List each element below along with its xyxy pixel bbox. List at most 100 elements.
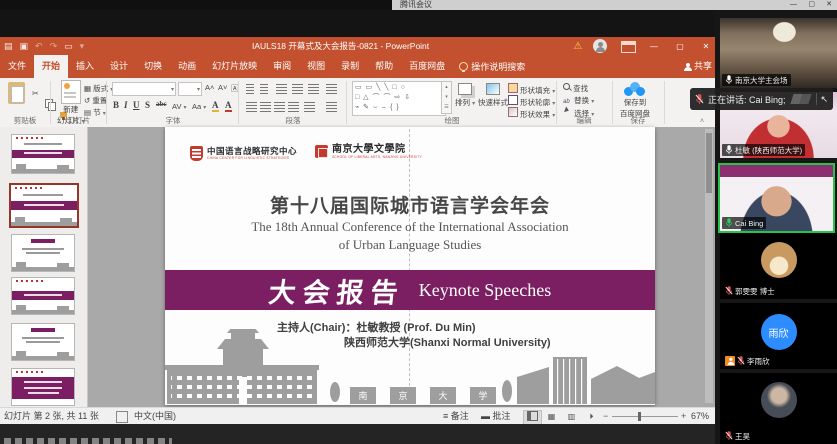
warning-icon[interactable]: ⚠ [571, 37, 585, 55]
zoom-slider-thumb[interactable] [638, 412, 641, 421]
change-case-icon[interactable]: Aa ▾ [192, 102, 206, 111]
mic-muted-icon [725, 431, 733, 441]
zoom-slider[interactable] [612, 416, 678, 417]
undo-icon[interactable]: ↶ [35, 37, 43, 55]
shapes-gallery[interactable]: ▭ ▭ ╲ ╲ □ ○□ △ ⌒ ⌒ ⇨ ⇩⌁ ✎ ⌣ ⌢ { } [352, 81, 446, 116]
tab-record[interactable]: 录制 [333, 55, 367, 78]
zoom-level[interactable]: 67% [691, 408, 709, 425]
qat-dropdown-icon[interactable]: ▾ [80, 37, 85, 55]
tell-me-search[interactable]: 操作说明搜索 [453, 55, 531, 78]
font-size-input[interactable]: ▾ [178, 82, 202, 96]
font-name-input[interactable]: ▾ [112, 82, 176, 96]
char-spacing-icon[interactable]: A︎V ▾ [172, 102, 187, 111]
language-indicator[interactable]: 中文(中国) [134, 408, 176, 425]
tab-help[interactable]: 帮助 [367, 55, 401, 78]
comments-toggle[interactable]: ▬ 批注 [481, 408, 511, 425]
tab-view[interactable]: 视图 [299, 55, 333, 78]
shadow-icon[interactable]: S [145, 100, 150, 110]
slide-sorter-view-icon[interactable]: ▦ [543, 410, 560, 423]
slideshow-icon[interactable]: ▭ [64, 37, 73, 55]
slide-thumbnail-1[interactable] [11, 134, 75, 174]
ppt-close-icon[interactable]: ✕ [698, 37, 714, 55]
banner-chinese: 大会报告 [267, 271, 407, 310]
tab-home[interactable]: 开始 [34, 55, 68, 78]
ribbon: 剪贴板 新建 幻灯片 ▾ ▦ 版式 ▾ ↺ 重置 ▤ 节 ▾ 幻灯片 ▾ ▾ A… [0, 78, 718, 128]
tab-animations[interactable]: 动画 [170, 55, 204, 78]
align-left-icon[interactable] [246, 102, 257, 112]
strikethrough-icon[interactable]: abc [156, 100, 167, 108]
editing-area-scrollbar[interactable] [705, 129, 713, 403]
meeting-close-icon[interactable]: ✕ [826, 0, 832, 10]
save-to-baidu-button[interactable]: 保存到 百度网盘 [620, 82, 650, 119]
participant-tile-cai-bing-active-speaker[interactable]: Cai Bing [718, 163, 835, 233]
tab-review[interactable]: 审阅 [265, 55, 299, 78]
slideshow-view-icon[interactable]: ⏵ [583, 410, 600, 423]
slide-thumbnail-panel[interactable] [0, 127, 88, 407]
grow-font-icon[interactable]: A˄ [205, 83, 214, 92]
highlight-color-icon[interactable]: A [212, 100, 219, 112]
align-right-icon[interactable] [274, 102, 285, 112]
columns-icon[interactable] [304, 102, 315, 112]
tab-transitions[interactable]: 切换 [136, 55, 170, 78]
share-button[interactable]: 共享 [684, 55, 712, 78]
italic-icon[interactable]: I [124, 100, 128, 110]
replace-button[interactable]: 替换 ▾ [563, 95, 594, 106]
ppt-restore-icon[interactable]: ▢ [672, 37, 688, 55]
numbering-icon[interactable] [260, 84, 268, 94]
font-color-icon[interactable]: A [225, 100, 232, 112]
shapes-gallery-scrollbar[interactable]: ▴▾☰ [441, 81, 452, 114]
tab-design[interactable]: 设计 [102, 55, 136, 78]
ribbon-display-options-icon[interactable] [621, 41, 636, 53]
line-spacing-icon[interactable] [308, 84, 319, 94]
meeting-maximize-icon[interactable]: ▢ [808, 0, 815, 10]
mic-on-icon [725, 75, 733, 85]
participants-panel[interactable]: 南京大学主会场 杜敏 (陕西师范大学) Cai Bing 郭雯雯 博士 [715, 10, 837, 444]
avatar [761, 382, 797, 418]
tab-file[interactable]: 文件 [0, 55, 34, 78]
arrange-button[interactable]: 排列 ▾ [455, 83, 475, 108]
shrink-font-icon[interactable]: A˅ [218, 83, 227, 92]
normal-view-icon[interactable] [523, 410, 542, 425]
tab-insert[interactable]: 插入 [68, 55, 102, 78]
find-button[interactable]: 查找 [563, 83, 588, 94]
decrease-indent-icon[interactable] [276, 84, 287, 94]
participant-tile-li-yuxin[interactable]: 雨欣 李雨欣 [720, 303, 837, 369]
save-icon[interactable]: ▣ [20, 37, 29, 55]
participant-tile-nju-venue[interactable]: 南京大学主会场 [720, 18, 837, 88]
slide-thumbnail-6[interactable] [11, 368, 75, 406]
tab-slideshow[interactable]: 幻灯片放映 [204, 55, 265, 78]
redo-icon[interactable]: ↷ [50, 37, 58, 55]
cut-icon[interactable] [32, 83, 41, 92]
text-direction-icon[interactable] [326, 84, 337, 94]
tab-baidu-netdisk[interactable]: 百度网盘 [401, 55, 453, 78]
zoom-out-icon[interactable]: − [603, 408, 608, 425]
bold-icon[interactable]: B [113, 100, 119, 110]
bullets-icon[interactable] [246, 84, 254, 94]
spellcheck-icon[interactable] [116, 411, 128, 423]
reset-button[interactable]: ↺ 重置 [84, 95, 107, 106]
collapse-ribbon-icon[interactable]: ˄ [700, 118, 704, 125]
increase-indent-icon[interactable] [292, 84, 303, 94]
account-avatar[interactable] [593, 39, 607, 53]
slide-counter: 幻灯片 第 2 张, 共 11 张 [4, 408, 99, 425]
align-center-icon[interactable] [260, 102, 271, 112]
zoom-in-icon[interactable]: + [681, 408, 686, 425]
paste-button[interactable] [8, 82, 25, 104]
ppt-minimize-icon[interactable]: — [646, 37, 662, 55]
layout-button[interactable]: ▦ 版式 ▾ [84, 83, 113, 94]
underline-icon[interactable]: U [133, 100, 140, 110]
collapse-overlay-icon[interactable]: ↖ [821, 94, 829, 105]
meeting-minimize-icon[interactable]: — [790, 0, 797, 10]
reading-view-icon[interactable]: ▥ [563, 410, 580, 423]
participant-tile-wang-hao[interactable]: 王昊 [720, 373, 837, 444]
slide-thumbnail-2-selected[interactable] [9, 183, 79, 228]
notes-toggle[interactable]: ≡ 备注 [443, 408, 469, 425]
slide-thumbnail-5[interactable] [11, 323, 75, 361]
quick-styles-button[interactable]: 快速样式 [478, 83, 508, 108]
slide-canvas[interactable]: 中国语言战略研究中心 CHINA CENTER FOR LINGUISTIC S… [165, 127, 655, 405]
align-text-icon[interactable] [326, 102, 337, 112]
participant-tile-guo-wenwen[interactable]: 郭雯雯 博士 [720, 233, 837, 299]
slide-thumbnail-4[interactable] [11, 277, 75, 315]
slide-thumbnail-3[interactable] [11, 234, 75, 272]
justify-icon[interactable] [288, 102, 299, 112]
